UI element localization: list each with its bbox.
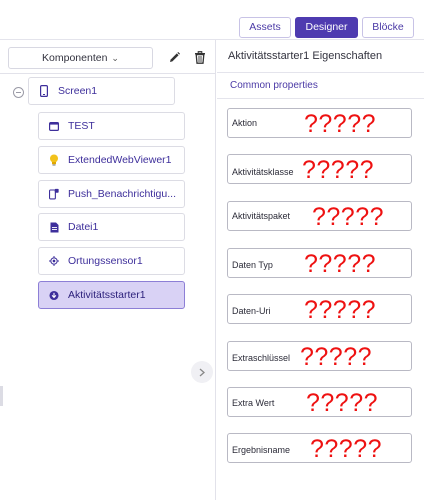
tree-item-screen1[interactable]: Screen1 [28, 77, 175, 105]
property-label: Daten-Uri [232, 306, 271, 316]
file-icon [49, 221, 59, 233]
tree-item-label: Screen1 [58, 85, 98, 97]
tree-item-ortungssensor1[interactable]: Ortungssensor1 [38, 247, 185, 275]
property-label: Extra Wert [232, 398, 275, 408]
properties-panel: Aktivitätsstarter1 Eigenschaften Common … [217, 40, 424, 500]
property-daten-typ[interactable]: Daten Typ ????? [227, 248, 412, 278]
components-header: Komponenten ⌄ [0, 40, 216, 74]
bloecke-button[interactable]: Blöcke [362, 17, 414, 38]
property-label: Aktivitätspaket [232, 211, 291, 221]
property-value: ????? [300, 343, 373, 371]
property-value: ????? [310, 435, 383, 463]
property-value: ????? [306, 389, 379, 417]
divider [217, 98, 424, 99]
lightbulb-icon [49, 154, 59, 166]
property-extraschluessel[interactable]: Extraschlüssel ????? [227, 341, 412, 371]
property-label: Daten Typ [232, 260, 273, 270]
location-target-icon [49, 255, 59, 267]
property-value: ????? [304, 250, 377, 278]
tree-item-push-benachrichtigung[interactable]: Push_Benachrichtigu... [38, 180, 185, 208]
window-icon [49, 120, 59, 132]
tree-item-label: TEST [68, 120, 95, 132]
activity-icon [49, 289, 59, 301]
divider [217, 72, 424, 73]
property-ergebnisname[interactable]: Ergebnisname ????? [227, 433, 412, 463]
property-extra-wert[interactable]: Extra Wert ????? [227, 387, 412, 417]
pencil-icon[interactable] [166, 49, 182, 65]
tree-item-label: Push_Benachrichtigu... [68, 188, 176, 200]
phone-icon [39, 85, 49, 97]
property-label: Extraschlüssel [232, 353, 291, 363]
chevron-down-icon: ⌄ [111, 53, 119, 63]
components-dropdown-label: Komponenten [42, 52, 108, 64]
property-label: Aktion [232, 118, 258, 128]
properties-title: Aktivitätsstarter1 Eigenschaften [228, 50, 383, 62]
tree-item-extendedwebviewer1[interactable]: ExtendedWebViewer1 [38, 146, 185, 174]
tree-item-label: Datei1 [68, 221, 99, 233]
property-aktion[interactable]: Aktion ????? [227, 108, 412, 138]
property-daten-uri[interactable]: Daten-Uri ????? [227, 294, 412, 324]
property-label: Ergebnisname [232, 445, 291, 455]
property-aktivitaetspaket[interactable]: Aktivitätspaket ????? [227, 201, 412, 231]
property-label: Aktivitätsklasse [232, 167, 294, 177]
property-value: ????? [302, 156, 375, 184]
notification-icon [49, 188, 59, 200]
components-panel: Komponenten ⌄ Screen1 TEST ExtendedWebVie… [0, 40, 216, 500]
tree-item-datei1[interactable]: Datei1 [38, 213, 185, 241]
chevron-right-icon[interactable] [191, 361, 213, 383]
tree-item-label: Aktivitätsstarter1 [68, 289, 146, 301]
property-value: ????? [304, 110, 377, 138]
property-value: ????? [304, 296, 377, 324]
components-dropdown[interactable]: Komponenten ⌄ [8, 47, 153, 69]
property-aktivitaetsklasse[interactable]: Aktivitätsklasse ????? [227, 154, 412, 184]
section-title[interactable]: Common properties [230, 80, 318, 91]
tree-item-label: ExtendedWebViewer1 [68, 154, 172, 166]
tree-item-aktivitaetsstarter1[interactable]: Aktivitätsstarter1 [38, 281, 185, 309]
collapse-tree-icon[interactable] [13, 87, 24, 98]
tree-item-test[interactable]: TEST [38, 112, 185, 140]
scroll-edge-marker [0, 386, 3, 406]
top-toolbar: Assets Designer Blöcke [0, 0, 424, 40]
trash-icon[interactable] [192, 49, 208, 65]
tree-item-label: Ortungssensor1 [68, 255, 143, 267]
property-value: ????? [312, 203, 385, 231]
assets-button[interactable]: Assets [239, 17, 291, 38]
designer-button[interactable]: Designer [295, 17, 358, 38]
